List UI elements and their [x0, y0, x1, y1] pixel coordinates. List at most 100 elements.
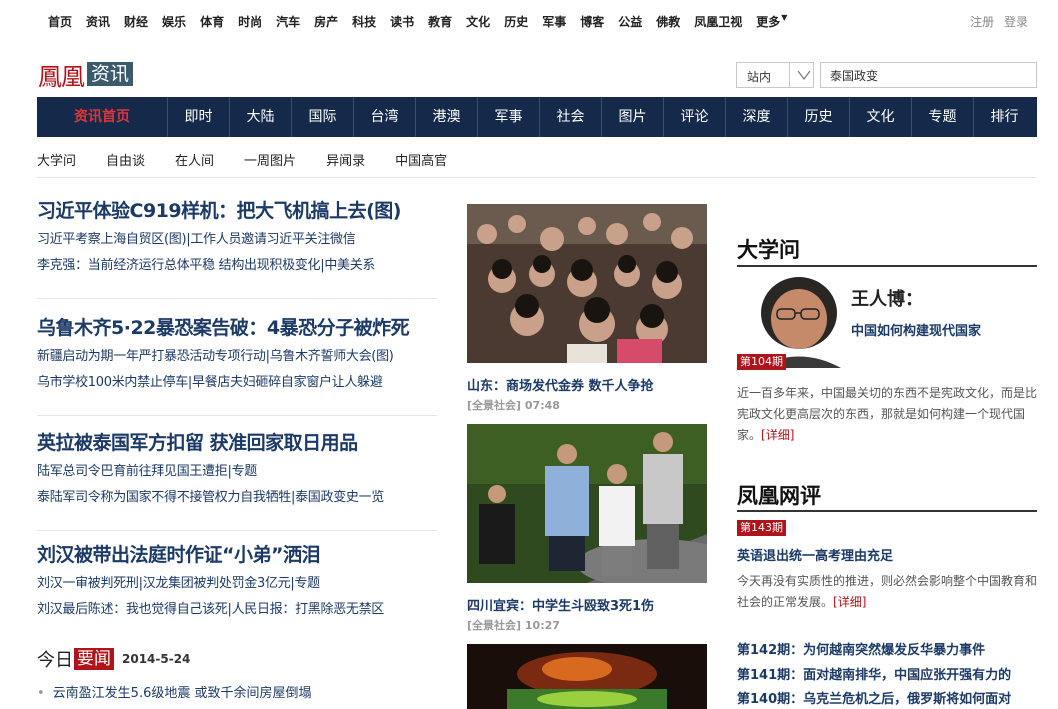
story-related-link[interactable]: 陆军总司令巴育前往拜见国王遭拒 [37, 464, 228, 479]
sub-nav-item[interactable]: 一周图片 [244, 150, 296, 169]
nav-item[interactable]: 军事 [542, 13, 566, 30]
divider [37, 298, 437, 299]
channel-tab[interactable]: 台湾 [354, 97, 416, 137]
section-title-pinglun[interactable]: 凤凰网评 [737, 480, 821, 510]
channel-tab[interactable]: 社会 [540, 97, 602, 137]
story-related-link[interactable]: 乌鲁木齐誓师大会(图) [270, 349, 394, 364]
nav-item[interactable]: 博客 [580, 13, 604, 30]
story-related-link[interactable]: 泰国政变史一览 [295, 490, 384, 505]
author-name[interactable]: 王人博： [851, 285, 923, 311]
story-related-link[interactable]: 新疆启动为期一年严打暴恐活动专项行动 [37, 349, 266, 364]
channel-tab[interactable]: 国际 [292, 97, 354, 137]
story-headline[interactable]: 英拉被泰国军方扣留 获准回家取日用品 [37, 428, 437, 455]
story-related-link[interactable]: 工作人员邀请习近平关注微信 [190, 232, 355, 247]
photo-caption-1[interactable]: 山东：商场发代金券 数千人争抢 [467, 375, 654, 394]
past-issue-link[interactable]: 第142期：为何越南突然爆发反华暴力事件 [737, 639, 1037, 658]
story-related-links: 刘汉最后陈述：我也觉得自己该死|人民日报：打黑除恶无禁区 [37, 601, 437, 619]
nav-item[interactable]: 凤凰卫视 [694, 13, 742, 30]
channel-tab-home[interactable]: 资讯首页 [37, 97, 168, 137]
story-related-link[interactable]: 泰陆军司令称为国家不得不接管权力自我牺牲 [37, 490, 291, 505]
nav-item[interactable]: 汽车 [276, 13, 300, 30]
chevron-down-icon[interactable] [795, 66, 813, 87]
sub-nav-item[interactable]: 异闻录 [326, 150, 365, 169]
story-headline[interactable]: 乌鲁木齐5·22暴恐案告破：4暴恐分子被炸死 [37, 313, 437, 340]
channel-tab[interactable]: 大陆 [230, 97, 292, 137]
story-related-link[interactable]: 专题 [294, 576, 320, 591]
nav-item[interactable]: 体育 [200, 13, 224, 30]
channel-tab[interactable]: 专题 [912, 97, 974, 137]
photo-caption-2[interactable]: 四川宜宾：中学生斗殴致3死1伤 [467, 595, 654, 614]
nav-item[interactable]: 历史 [504, 13, 528, 30]
sub-nav-item[interactable]: 自由谈 [106, 150, 145, 169]
story-related-link[interactable]: 早餐店夫妇砸碎自家窗户让人躲避 [192, 375, 383, 390]
user-links: 注册 登录 [964, 13, 1028, 30]
logo-section: 资讯 [87, 62, 134, 86]
story-related-link[interactable]: 人民日报：打黑除恶无禁区 [232, 602, 385, 617]
channel-tab[interactable]: 历史 [788, 97, 850, 137]
channel-tab[interactable]: 港澳 [416, 97, 478, 137]
photo-students[interactable] [467, 424, 707, 583]
past-issue-link[interactable]: 第141期：面对越南排华，中国应张开强有力的 [737, 664, 1037, 683]
daxuewen-more-link[interactable]: [详细] [761, 428, 794, 442]
story-related-link[interactable]: 专题 [232, 464, 258, 479]
sub-nav-item[interactable]: 大学问 [37, 150, 76, 169]
nav-item[interactable]: 资讯 [86, 13, 110, 30]
pinglun-summary: 今天再没有实质性的推进，则必然会影响整个中国教育和社会的正常发展。[详细] [737, 571, 1037, 613]
photo-crowd[interactable] [467, 204, 707, 363]
past-issue-link[interactable]: 第140期：乌克兰危机之后，俄罗斯将如何面对 [737, 688, 1037, 707]
nav-item[interactable]: 更多 [756, 13, 780, 30]
nav-item[interactable]: 娱乐 [162, 13, 186, 30]
nav-item[interactable]: 教育 [428, 13, 452, 30]
channel-tab[interactable]: 评论 [664, 97, 726, 137]
nav-item[interactable]: 公益 [618, 13, 642, 30]
divider [37, 530, 437, 531]
sub-nav-item[interactable]: 中国高官 [395, 150, 447, 169]
story-block: 英拉被泰国军方扣留 获准回家取日用品陆军总司令巴育前往拜见国王遭拒|专题 泰陆军司… [37, 428, 437, 507]
daxuewen-article-title[interactable]: 中国如何构建现代国家 [851, 320, 981, 339]
photo-meta-2: [全景社会] 10:27 [467, 619, 560, 632]
story-related-link[interactable]: 乌市学校100米内禁止停车 [37, 375, 188, 390]
nav-item[interactable]: 科技 [352, 13, 376, 30]
caret-down-icon[interactable]: ▼ [781, 13, 787, 30]
section-title-daxuewen[interactable]: 大学问 [737, 234, 800, 264]
photo-stage[interactable] [467, 644, 707, 709]
search-input[interactable] [820, 62, 1037, 88]
story-related-link[interactable]: 中美关系 [324, 258, 375, 273]
pinglun-more-link[interactable]: [详细] [833, 595, 866, 609]
sub-nav-item[interactable]: 在人间 [175, 150, 214, 169]
channel-tab[interactable]: 图片 [602, 97, 664, 137]
nav-item[interactable]: 文化 [466, 13, 490, 30]
register-link[interactable]: 注册 [970, 15, 994, 29]
story-related-link[interactable]: 刘汉最后陈述：我也觉得自己该死 [37, 602, 228, 617]
story-headline[interactable]: 刘汉被带出法庭时作证“小弟”洒泪 [37, 540, 437, 567]
site-logo[interactable]: 鳳凰 资讯 [38, 61, 134, 91]
nav-item[interactable]: 佛教 [656, 13, 680, 30]
login-link[interactable]: 登录 [1004, 15, 1028, 29]
story-related-link[interactable]: 习近平考察上海自贸区(图) [37, 232, 187, 247]
story-related-link[interactable]: 刘汉一审被判死刑 [37, 576, 139, 591]
nav-item[interactable]: 时尚 [238, 13, 262, 30]
today-news-header: 今日 要闻 2014-5-24 [37, 646, 190, 672]
nav-item[interactable]: 房产 [314, 13, 338, 30]
story-block: 刘汉被带出法庭时作证“小弟”洒泪 刘汉一审被判死刑|汉龙集团被判处罚金3亿元|专题… [37, 540, 437, 619]
channel-tab[interactable]: 文化 [850, 97, 912, 137]
pinglun-headline[interactable]: 英语退出统一高考理由充足 [737, 545, 893, 564]
story-headline[interactable]: 习近平体验C919样机：把大飞机搞上去(图) [37, 196, 437, 223]
today-news-item[interactable]: • 云南盈江发生5.6级地震 或致千余间房屋倒塌 [37, 682, 311, 701]
today-news-text: 云南盈江发生5.6级地震 或致千余间房屋倒塌 [52, 686, 312, 701]
channel-tab[interactable]: 排行 [974, 97, 1035, 137]
nav-item[interactable]: 读书 [390, 13, 414, 30]
story-related-link[interactable]: 李克强：当前经济运行总体平稳 结构出现积极变化 [37, 258, 321, 273]
story-related-link[interactable]: 汉龙集团被判处罚金3亿元 [143, 576, 291, 591]
section-rule [737, 510, 1037, 512]
channel-tab[interactable]: 深度 [726, 97, 788, 137]
channel-tab[interactable]: 军事 [478, 97, 540, 137]
daxuewen-summary: 近一百多年来，中国最关切的东西不是宪政文化，而是比宪政文化更高层次的东西，那就是… [737, 383, 1037, 446]
story-related-links: 新疆启动为期一年严打暴恐活动专项行动|乌鲁木齐誓师大会(图) [37, 348, 437, 366]
search-scope-select[interactable]: 站内 [736, 62, 814, 88]
story-related-links: 陆军总司令巴育前往拜见国王遭拒|专题 [37, 463, 437, 481]
nav-item[interactable]: 财经 [124, 13, 148, 30]
channel-tab[interactable]: 即时 [168, 97, 230, 137]
story-related-links: 泰陆军司令称为国家不得不接管权力自我牺牲|泰国政变史一览 [37, 489, 437, 507]
nav-item[interactable]: 首页 [48, 13, 72, 30]
